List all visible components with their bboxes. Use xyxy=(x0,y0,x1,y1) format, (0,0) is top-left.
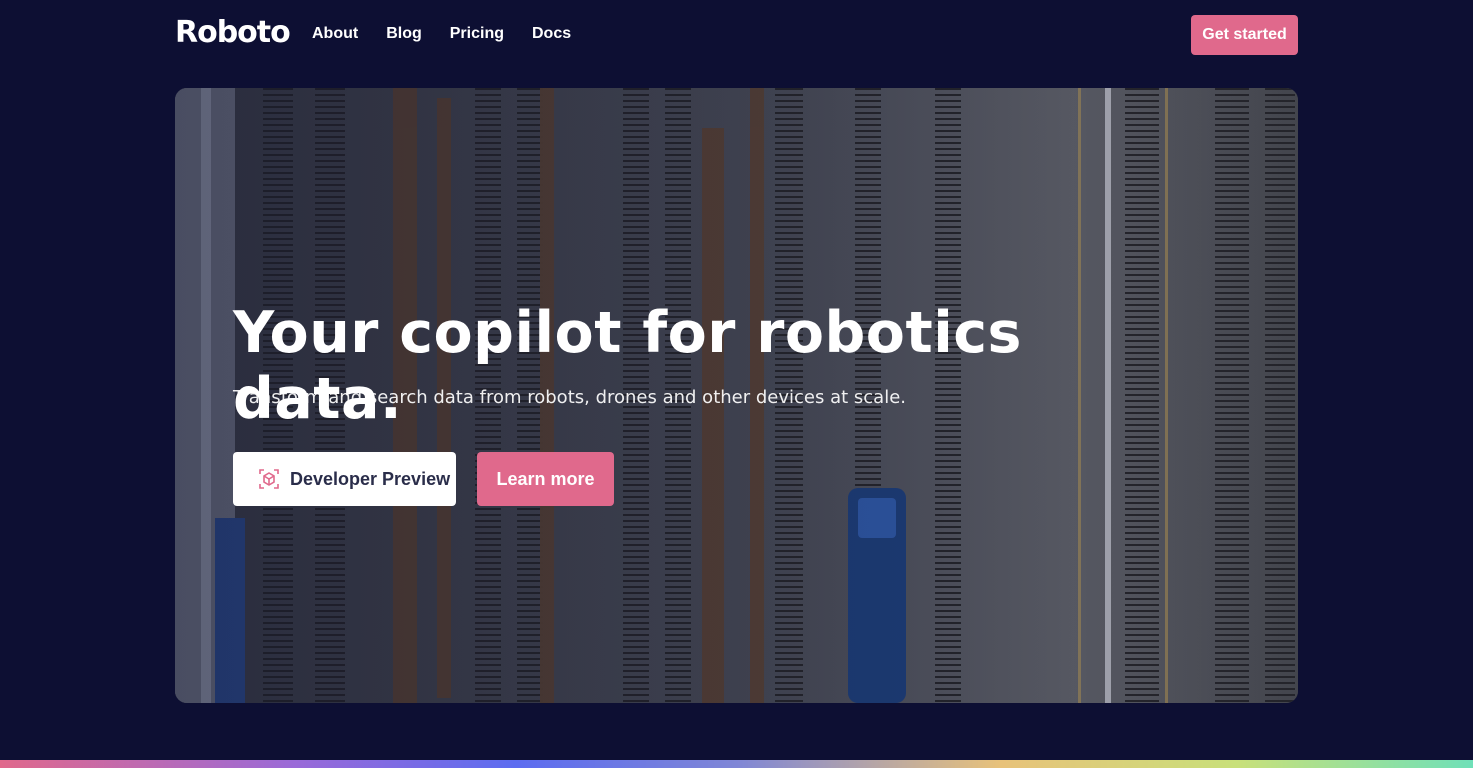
hero-headline: Your copilot for robotics data. xyxy=(233,300,1022,432)
learn-more-button[interactable]: Learn more xyxy=(477,452,614,506)
nav-link-about[interactable]: About xyxy=(312,24,358,44)
developer-preview-label: Developer Preview xyxy=(290,468,451,489)
rainbow-footer-bar xyxy=(0,760,1473,768)
hero-section: Your copilot for robotics data. Transfor… xyxy=(175,88,1298,703)
roboto-logo[interactable]: Roboto xyxy=(175,18,291,48)
nav-link-pricing[interactable]: Pricing xyxy=(450,24,504,44)
hero-subheadline: Transform and search data from robots, d… xyxy=(233,387,906,408)
developer-preview-button[interactable]: Developer Preview xyxy=(233,452,456,506)
top-navigation: Roboto About Blog Pricing Docs Get start… xyxy=(0,0,1473,68)
nav-links: About Blog Pricing Docs xyxy=(312,24,571,44)
nav-link-docs[interactable]: Docs xyxy=(532,24,571,44)
get-started-button[interactable]: Get started xyxy=(1191,15,1298,55)
nav-link-blog[interactable]: Blog xyxy=(386,24,422,44)
cube-scan-icon xyxy=(259,469,279,489)
